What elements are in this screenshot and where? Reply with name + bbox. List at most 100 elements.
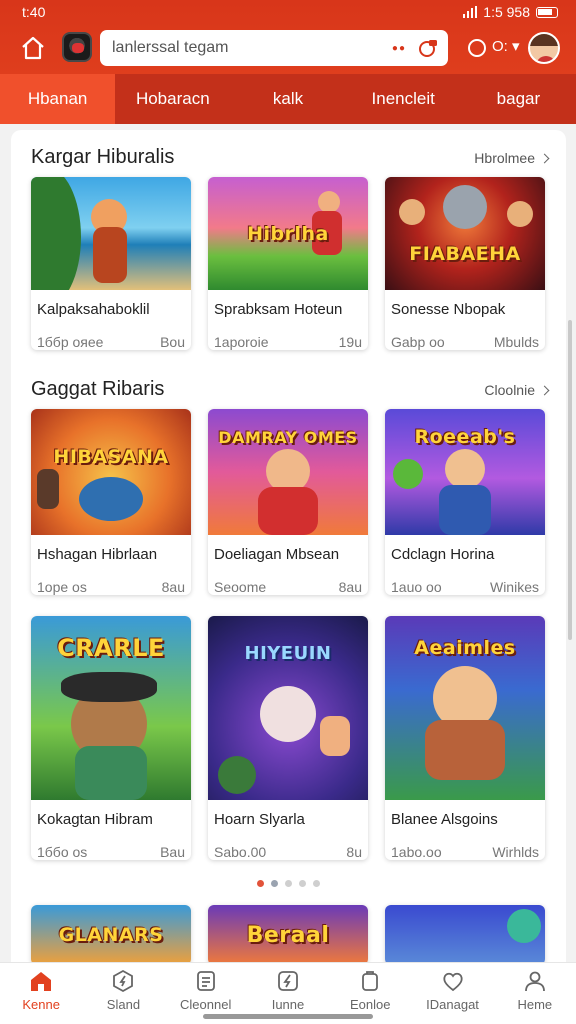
chevron-right-icon: [539, 153, 550, 163]
nav-item-heme[interactable]: Heme: [494, 963, 576, 1024]
game-meta-right: 8u: [346, 844, 362, 860]
game-thumbnail: HIBASANA: [31, 409, 191, 535]
game-card[interactable]: Roeeab's Cdclagn Horina 1auo oo Winikes: [385, 409, 545, 595]
game-thumbnail: Aeaimles: [385, 616, 545, 800]
home-icon: [31, 972, 52, 991]
status-time: t:40: [22, 4, 46, 20]
pagination-dot[interactable]: [285, 880, 292, 887]
app-logo[interactable]: [62, 32, 92, 62]
list-icon: [196, 971, 215, 991]
game-thumbnail: Hibrlha: [208, 177, 368, 290]
game-logo: CRARLE: [57, 634, 165, 662]
game-thumbnail: HIYEUIN: [208, 616, 368, 800]
search-input[interactable]: [112, 39, 392, 57]
search-bar[interactable]: ●●: [100, 30, 448, 66]
nav-label: Kenne: [22, 997, 60, 1012]
scrollbar[interactable]: [568, 320, 572, 640]
game-card[interactable]: CRARLE Kokagtan Hibram 1ббо os Bau: [31, 616, 191, 860]
game-title: Blanee Alsgoins: [391, 811, 498, 828]
tab-inencleit[interactable]: Inencleit: [346, 74, 461, 124]
pagination-dot[interactable]: [299, 880, 306, 887]
game-logo: DAMRAY OMES: [218, 427, 358, 447]
home-icon[interactable]: [20, 35, 46, 61]
game-meta: Sabo.00: [214, 844, 267, 860]
pagination-dot[interactable]: [271, 880, 278, 887]
tab-bagar[interactable]: bagar: [461, 74, 576, 124]
nav-label: Heme: [517, 997, 553, 1012]
battery-icon: [536, 6, 558, 18]
game-meta: 1ббо os: [37, 844, 88, 860]
nav-label: Iunne: [271, 997, 305, 1012]
tab-hbanan[interactable]: Hbanan: [0, 74, 116, 124]
game-meta-right: Bau: [160, 844, 185, 860]
game-card[interactable]: HIBASANA Hshagan Hibrlaan 1ope os 8au: [31, 409, 191, 595]
category-tabs: Hbanan Hobaracn kalk Inencleit bagar: [0, 74, 576, 124]
game-logo: HIYEUIN: [244, 642, 332, 664]
main-content: Kargar Hiburalis Hbrolmee Kalpaksahabokl…: [11, 130, 566, 1024]
game-meta: Seoome: [214, 579, 267, 595]
search-more-icon: ●●: [391, 42, 406, 54]
status-indicators: 1:5 958: [483, 4, 530, 20]
pagination-dot[interactable]: [257, 880, 264, 887]
game-logo: Beraal: [246, 922, 330, 948]
lightning-icon: [278, 971, 298, 991]
game-card[interactable]: [385, 905, 545, 965]
game-meta-right: 8au: [338, 579, 362, 595]
game-meta-right: 8au: [161, 579, 185, 595]
game-card[interactable]: DAMRAY OMES Doeliagan Mbsean Seoome 8au: [208, 409, 368, 595]
profile-switch-icon[interactable]: [466, 37, 488, 59]
see-all-link[interactable]: Hbrolmee: [474, 150, 550, 166]
game-meta-right: 19u: [338, 334, 362, 350]
section-title: Gaggat Ribaris: [31, 378, 165, 400]
carousel-pagination: [11, 880, 566, 887]
game-meta: 1ope os: [37, 579, 87, 595]
profile-dropdown[interactable]: O: ▾: [492, 37, 520, 55]
game-meta-right: Mbulds: [493, 334, 539, 350]
game-card[interactable]: Beraal: [208, 905, 368, 965]
game-card[interactable]: GLANARS: [31, 905, 191, 965]
game-card[interactable]: HIYEUIN Hoarn Slyarla Sabo.00 8u: [208, 616, 368, 860]
game-title: Cdclagn Horina: [391, 546, 495, 563]
game-meta: 1abo.oo: [391, 844, 442, 860]
pagination-dot[interactable]: [313, 880, 320, 887]
user-icon: [524, 971, 545, 992]
game-title: Hoarn Slyarla: [214, 811, 305, 828]
see-all-link[interactable]: Cloolnie: [484, 382, 550, 398]
game-thumbnail: DAMRAY OMES: [208, 409, 368, 535]
game-meta: 1ббр ояее: [37, 334, 104, 350]
game-card[interactable]: Hibrlha Sprabksam Hoteun 1aporoie 19u: [208, 177, 368, 350]
nav-item-sland[interactable]: Sland: [82, 963, 164, 1024]
game-card[interactable]: FIABAEHA Sonesse Nbopak Gabp oo Mbulds: [385, 177, 545, 350]
game-thumbnail: GLANARS: [31, 905, 191, 965]
game-logo: HIBASANA: [53, 446, 169, 468]
home-indicator[interactable]: [203, 1014, 373, 1019]
see-all-label: Hbrolmee: [474, 150, 535, 166]
game-logo: GLANARS: [58, 924, 164, 946]
tab-kalk[interactable]: kalk: [230, 74, 345, 124]
game-thumbnail: CRARLE: [31, 616, 191, 800]
tab-hobaracn[interactable]: Hobaracn: [115, 74, 230, 124]
game-logo: FIABAEHA: [409, 242, 521, 265]
game-card[interactable]: Kalpaksahaboklil 1ббр ояее Bou: [31, 177, 191, 350]
compass-icon: [113, 969, 134, 993]
game-meta-right: Wirhlds: [492, 844, 539, 860]
nav-label: Sland: [106, 997, 141, 1012]
game-title: Doeliagan Mbsean: [214, 546, 340, 563]
game-meta: Gabp oo: [391, 334, 445, 350]
game-logo: Hibrlha: [247, 222, 329, 245]
section-title: Kargar Hiburalis: [31, 146, 175, 168]
nav-label: IDanagat: [426, 997, 479, 1012]
nav-item-kenne[interactable]: Kenne: [0, 963, 82, 1024]
game-thumbnail: [385, 905, 545, 965]
nav-item-idanagat[interactable]: IDanagat: [411, 963, 493, 1024]
game-card[interactable]: Aeaimles Blanee Alsgoins 1abo.oo Wirhlds: [385, 616, 545, 860]
game-meta-right: Bou: [160, 334, 185, 350]
status-bar: t:40 1:5 958: [0, 0, 576, 24]
see-all-label: Cloolnie: [484, 382, 535, 398]
avatar[interactable]: [528, 32, 560, 64]
app-header: t:40 1:5 958 ●● O: ▾ Hbanan H: [0, 0, 576, 124]
camera-search-icon[interactable]: [418, 38, 438, 58]
heart-icon: [442, 972, 463, 992]
nav-label: Cleonnel: [180, 997, 232, 1012]
game-logo: Aeaimles: [414, 637, 516, 659]
